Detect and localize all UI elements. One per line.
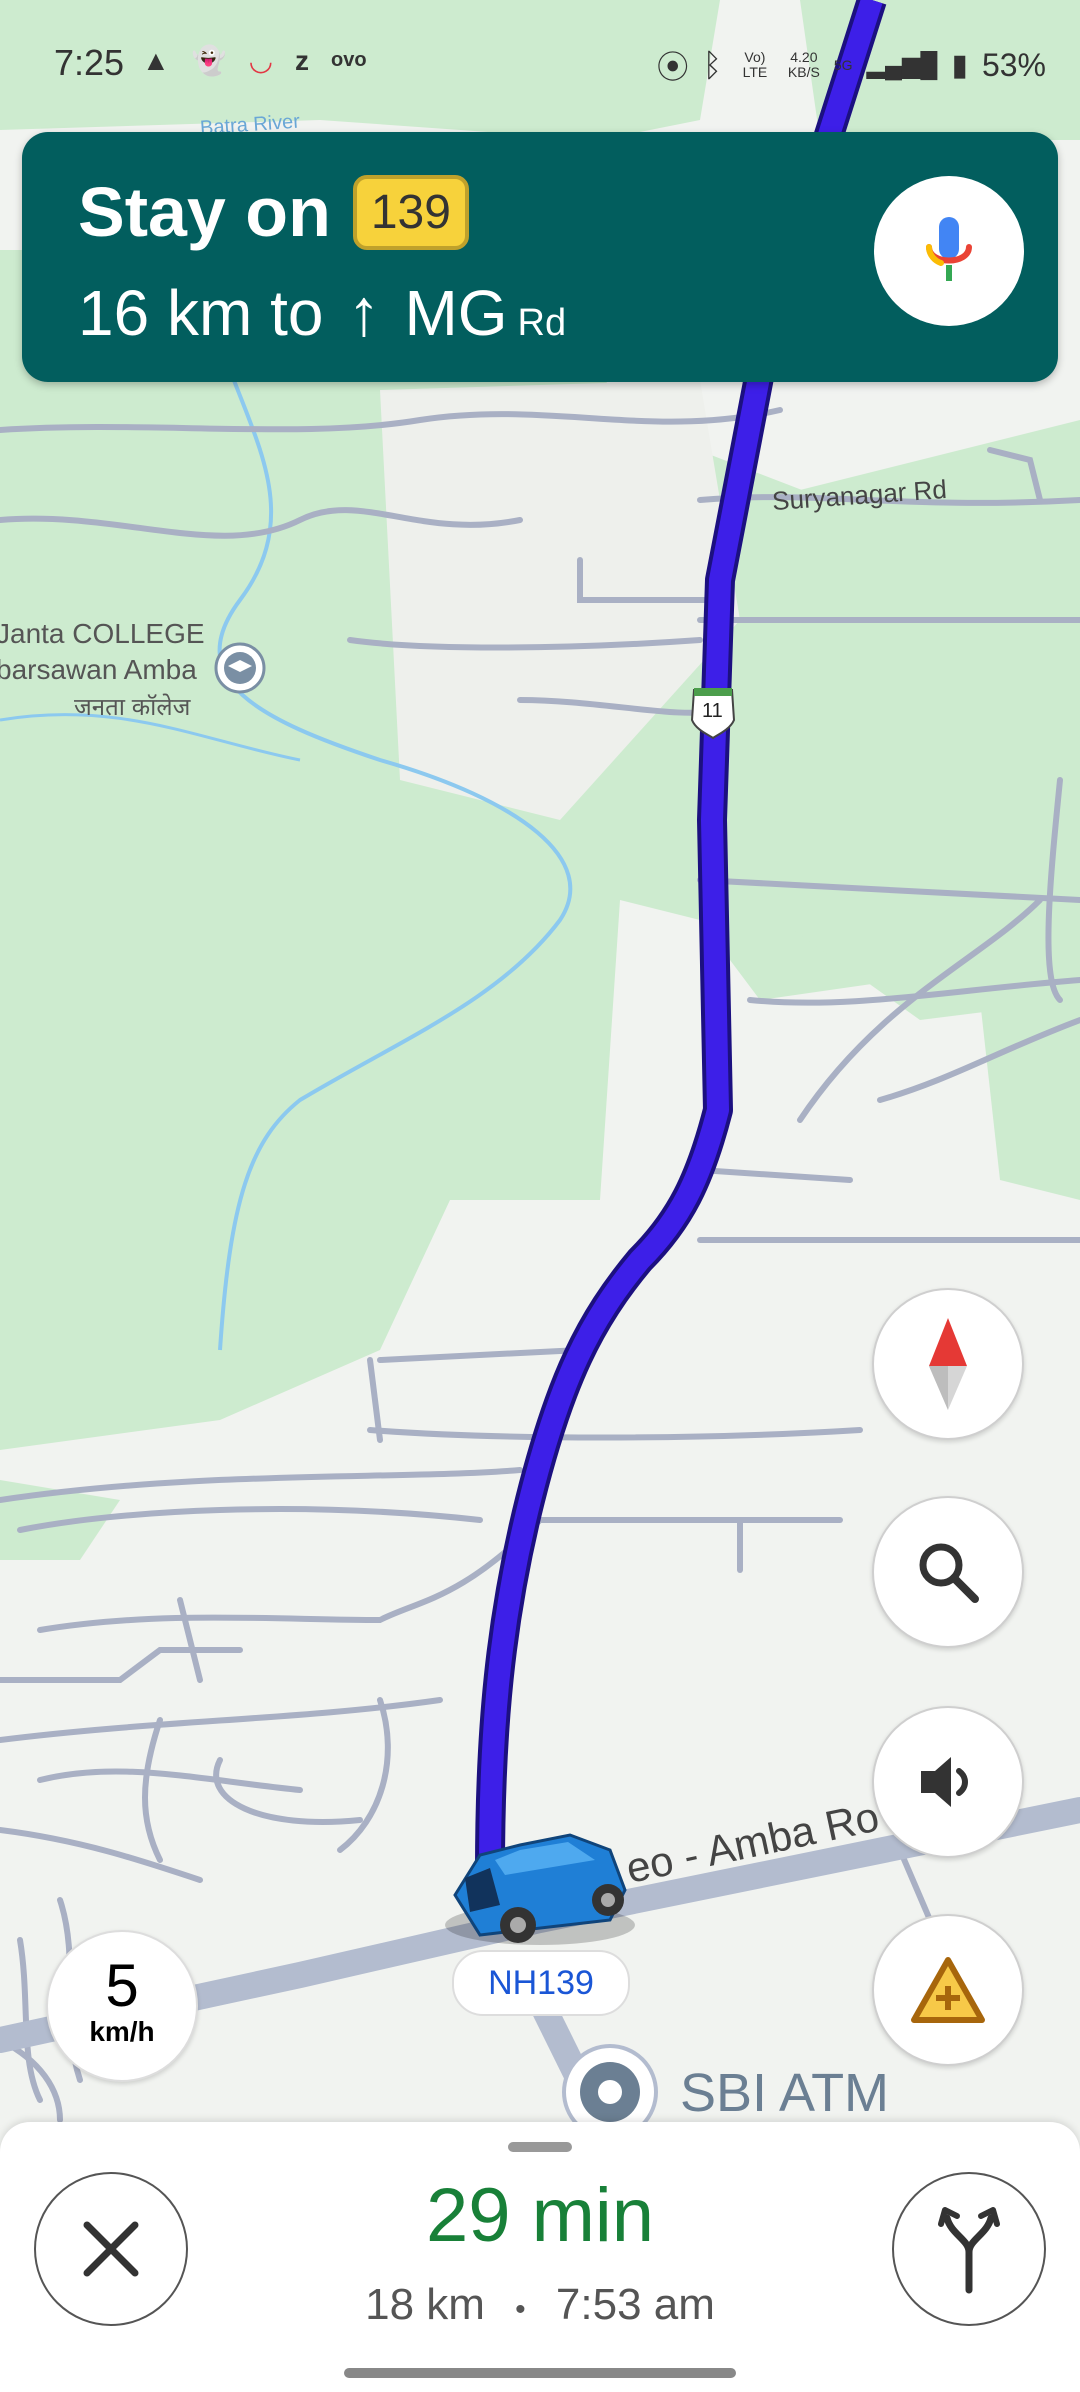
snapchat-icon: 👻 bbox=[191, 45, 227, 76]
minor-road bbox=[897, 1847, 933, 1923]
status-bar: 7:25 ▲ 👻 ◡ z ovo ⦿ ᛒ Vo) LTE 4.20 KB/S 5G… bbox=[0, 0, 1080, 130]
data-speed-unit: KB/S bbox=[787, 64, 820, 80]
minor-road bbox=[0, 1827, 203, 1883]
bluetooth-icon: ᛒ bbox=[702, 46, 722, 83]
search-icon bbox=[919, 1543, 979, 1603]
straight-arrow-icon: ↑ bbox=[347, 275, 381, 349]
compass-icon bbox=[929, 1318, 967, 1410]
alternate-route-icon bbox=[938, 2207, 1000, 2294]
speed-unit: km/h bbox=[89, 2016, 155, 2047]
voice-search-button[interactable] bbox=[874, 176, 1024, 326]
sheet-drag-handle[interactable] bbox=[508, 2142, 572, 2152]
network-type: 5G bbox=[833, 56, 853, 73]
speed-value: 5 bbox=[105, 1952, 139, 2019]
compass-button[interactable] bbox=[872, 1288, 1024, 1440]
swiggy-icon: ◡ bbox=[248, 45, 274, 76]
minor-road bbox=[377, 1347, 583, 1363]
mic-icon bbox=[926, 217, 972, 281]
network-volte: Vo) LTE bbox=[742, 49, 768, 80]
trip-sheet[interactable]: 29 min 18 km • 7:53 am bbox=[0, 2122, 1080, 2392]
highway-shield-label: 11 bbox=[702, 700, 723, 722]
minor-road bbox=[0, 1697, 443, 1743]
route-badge: 139 bbox=[352, 174, 469, 250]
minor-road bbox=[37, 1517, 543, 1633]
battery-icon: ▮ bbox=[951, 48, 968, 82]
minor-road bbox=[0, 1647, 243, 1683]
distance-text: 16 km to bbox=[78, 277, 324, 349]
trip-separator: • bbox=[515, 2293, 526, 2326]
car-location-icon bbox=[445, 1833, 635, 1945]
data-speed: 4.20 bbox=[790, 49, 818, 65]
location-icon: ⦿ bbox=[656, 49, 689, 85]
minor-road bbox=[37, 1768, 303, 1793]
current-road-label: NH139 bbox=[452, 1950, 630, 2016]
next-road-suffix: Rd bbox=[517, 302, 567, 344]
trip-distance: 18 km bbox=[365, 2280, 485, 2329]
sound-button[interactable] bbox=[872, 1706, 1024, 1858]
park-area bbox=[980, 980, 1080, 1200]
sbi-atm-label[interactable]: SBI ATM bbox=[680, 2062, 889, 2124]
status-time: 7:25 bbox=[54, 42, 125, 83]
minor-road bbox=[142, 1717, 163, 1863]
report-incident-button[interactable] bbox=[872, 1914, 1024, 2066]
speedometer: 5 km/h bbox=[46, 1930, 198, 2082]
navigation-banner[interactable]: Stay on 139 16 km to ↑ MG Rd bbox=[22, 132, 1058, 382]
minor-road bbox=[177, 1597, 203, 1683]
arrival-time: 7:53 am bbox=[555, 2280, 715, 2329]
college-label-line2: barsawan Amba bbox=[0, 654, 197, 685]
college-label-line3: जनता कॉलेज bbox=[74, 694, 191, 721]
gesture-nav-bar[interactable] bbox=[344, 2368, 736, 2378]
search-button[interactable] bbox=[872, 1496, 1024, 1648]
next-road-name: MG bbox=[404, 277, 508, 349]
sound-icon bbox=[921, 1757, 968, 1807]
minor-road bbox=[367, 1427, 863, 1441]
minor-road bbox=[697, 1167, 853, 1183]
oyo-icon: ovo bbox=[331, 49, 367, 71]
signal-icon: ▂▄▆█ bbox=[866, 51, 938, 79]
college-label-line1: Janta COLLEGE bbox=[0, 618, 205, 649]
alternate-routes-button[interactable] bbox=[892, 2172, 1046, 2326]
zomato-icon: z bbox=[295, 44, 310, 76]
instruction-text: Stay on bbox=[78, 173, 331, 251]
battery-percent: 53% bbox=[981, 46, 1046, 83]
report-incident-icon bbox=[911, 1957, 985, 2023]
navigation-arrow-icon: ▲ bbox=[142, 44, 170, 76]
minor-road bbox=[337, 1697, 391, 1853]
